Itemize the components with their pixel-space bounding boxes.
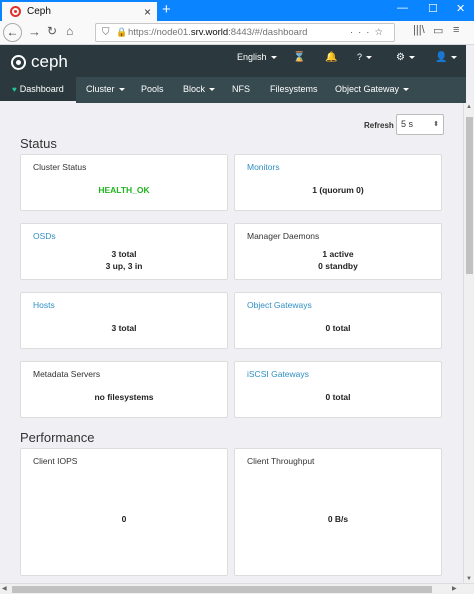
maximize-window-icon[interactable]: ☐	[428, 2, 438, 15]
scroll-left-icon[interactable]: ◀	[2, 585, 7, 592]
tracking-shield-icon[interactable]: ⛉	[102, 24, 110, 41]
browser-tab[interactable]: Ceph ×	[2, 0, 157, 21]
iscsi-gateways-link[interactable]: iSCSI Gateways	[247, 369, 309, 379]
close-tab-icon[interactable]: ×	[144, 5, 151, 19]
metadata-servers-card: Metadata Servers no filesystems	[20, 361, 228, 418]
heart-icon: ♥	[12, 85, 17, 94]
nav-cluster[interactable]: Cluster	[86, 77, 125, 103]
vertical-scrollbar[interactable]: ▲ ▼	[463, 103, 474, 583]
hosts-card: Hosts 3 total	[20, 292, 228, 349]
chevron-updown-icon: ⬍	[433, 121, 439, 128]
reload-icon[interactable]: ↻	[47, 24, 57, 38]
cluster-status-card: Cluster Status HEALTH_OK	[20, 154, 228, 211]
minimize-window-icon[interactable]: —	[397, 2, 408, 14]
insecure-lock-icon[interactable]: 🔒	[116, 24, 127, 41]
page-actions-icon[interactable]: ···☆	[350, 24, 388, 41]
user-icon[interactable]: 👤	[435, 52, 458, 63]
hosts-link[interactable]: Hosts	[33, 300, 55, 310]
nav-filesystems[interactable]: Filesystems	[270, 77, 318, 103]
new-tab-icon[interactable]: +	[162, 1, 171, 18]
browser-tab-strip: Ceph × + — ☐ ✕	[0, 0, 474, 21]
ceph-header: ceph English ⌛ 🔔 ? ⚙ 👤	[0, 45, 466, 77]
nav-dashboard[interactable]: ♥ Dashboard	[0, 77, 76, 103]
osds-card: OSDs 3 total 3 up, 3 in	[20, 223, 228, 280]
browser-toolbar: ← → ↻ ⌂ ⛉ 🔒 https://node01.srv.world:844…	[0, 21, 474, 45]
tab-title: Ceph	[27, 6, 51, 17]
close-window-icon[interactable]: ✕	[456, 2, 465, 15]
object-gateways-card: Object Gateways 0 total	[234, 292, 442, 349]
ceph-logo[interactable]: ceph	[11, 52, 68, 72]
object-gateways-link[interactable]: Object Gateways	[247, 300, 312, 310]
ceph-favicon-icon	[10, 6, 21, 17]
horizontal-scrollbar[interactable]: ◀ ▶	[0, 583, 474, 594]
url-text[interactable]: https://node01.srv.world:8443/#/dashboar…	[128, 24, 307, 41]
scroll-up-icon[interactable]: ▲	[466, 104, 472, 110]
refresh-interval-select[interactable]: 5 s ⬍	[396, 114, 444, 135]
osds-link[interactable]: OSDs	[33, 231, 56, 241]
back-icon[interactable]: ←	[3, 23, 22, 42]
monitors-link[interactable]: Monitors	[247, 162, 280, 172]
manager-daemons-card: Manager Daemons 1 active 0 standby	[234, 223, 442, 280]
language-selector[interactable]: English	[237, 52, 277, 62]
bell-icon[interactable]: 🔔	[325, 52, 337, 63]
vertical-scroll-thumb[interactable]	[466, 117, 473, 274]
client-throughput-card: Client Throughput 0 B/s	[234, 448, 442, 576]
hourglass-icon[interactable]: ⌛	[293, 52, 305, 63]
sidebar-icon[interactable]: ▭	[433, 24, 443, 37]
nav-nfs[interactable]: NFS	[232, 77, 250, 103]
dashboard-content: Refresh 5 s ⬍ Status Cluster Status HEAL…	[0, 103, 463, 583]
monitors-card: Monitors 1 (quorum 0)	[234, 154, 442, 211]
refresh-label: Refresh	[364, 121, 394, 130]
home-icon[interactable]: ⌂	[66, 24, 73, 38]
scroll-right-icon[interactable]: ▶	[452, 585, 457, 592]
url-bar[interactable]: ⛉ 🔒 https://node01.srv.world:8443/#/dash…	[95, 23, 395, 42]
ceph-logo-icon	[11, 54, 26, 70]
status-heading: Status	[20, 136, 57, 151]
horizontal-scroll-thumb[interactable]	[12, 586, 432, 593]
help-icon[interactable]: ?	[357, 52, 373, 62]
scroll-down-icon[interactable]: ▼	[466, 576, 472, 582]
health-status: HEALTH_OK	[98, 185, 150, 195]
gear-icon[interactable]: ⚙	[396, 52, 415, 63]
client-iops-card: Client IOPS 0	[20, 448, 228, 576]
library-icon[interactable]: |||\	[413, 24, 425, 36]
menu-icon[interactable]: ≡	[453, 24, 459, 36]
nav-block[interactable]: Block	[183, 77, 216, 103]
main-nav: ♥ Dashboard Cluster Pools Block NFS Files…	[0, 77, 466, 103]
nav-object-gateway[interactable]: Object Gateway	[335, 77, 410, 103]
nav-pools[interactable]: Pools	[141, 77, 164, 103]
forward-icon[interactable]: →	[28, 24, 41, 39]
performance-heading: Performance	[20, 430, 95, 445]
iscsi-gateways-card: iSCSI Gateways 0 total	[234, 361, 442, 418]
